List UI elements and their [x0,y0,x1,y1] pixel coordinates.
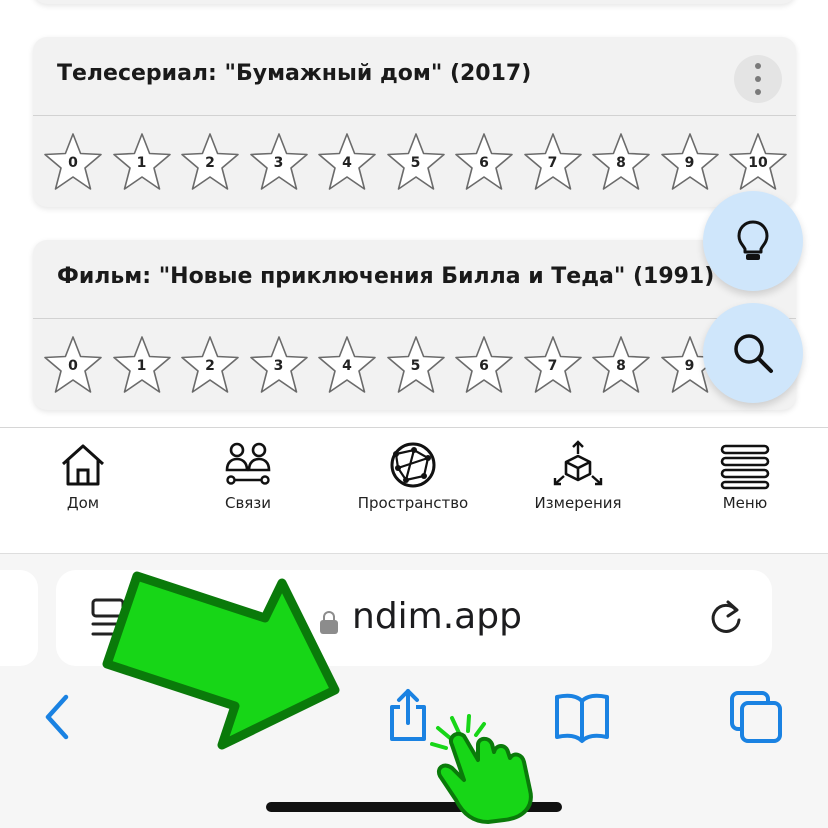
rating-star-6[interactable]: 6 [454,131,514,193]
rating-star-6[interactable]: 6 [454,334,514,396]
rating-star-3[interactable]: 3 [249,334,309,396]
rating-star-3[interactable]: 3 [249,131,309,193]
card-divider [33,115,796,116]
nav-label: Измерения [534,494,622,512]
nav-item-space[interactable]: Пространство [338,428,488,554]
nav-item-menu[interactable]: Меню [670,428,820,554]
nav-label: Пространство [357,494,469,512]
card-divider [33,318,796,319]
rating-star-1[interactable]: 1 [112,131,172,193]
search-icon [734,334,773,373]
bottom-nav: Дом Связи Пространство Измерения Меню [0,427,828,553]
card-title: Фильм: "Новые приключения Билла и Теда" … [57,264,715,289]
search-button[interactable] [703,303,803,403]
browser-chrome: ndim.app [0,553,828,828]
rating-star-10[interactable]: 10 [728,131,788,193]
tips-button[interactable] [703,191,803,291]
bookmarks-icon [555,693,609,743]
nav-item-connections[interactable]: Связи [173,428,323,554]
reload-icon[interactable] [706,598,746,638]
nav-item-home[interactable]: Дом [8,428,158,554]
home-icon [61,444,105,486]
back-icon [45,694,69,740]
more-options-button[interactable] [734,55,782,103]
address-bar[interactable]: ndim.app [56,570,772,666]
rating-star-8[interactable]: 8 [591,334,651,396]
connections-icon [225,442,271,485]
lock-icon [320,611,338,634]
globe-network-icon [390,442,436,488]
nav-label: Дом [66,494,100,512]
rating-star-2[interactable]: 2 [180,334,240,396]
lightbulb-icon [737,220,769,260]
rating-star-0[interactable]: 0 [43,131,103,193]
back-button[interactable] [28,687,88,747]
nav-item-dimensions[interactable]: Измерения [503,428,653,554]
bookmarks-button[interactable] [552,687,612,747]
rating-star-5[interactable]: 5 [386,334,446,396]
rating-star-4[interactable]: 4 [317,334,377,396]
url-text: ndim.app [352,596,522,637]
cube-dimensions-icon [553,440,603,486]
rating-star-7[interactable]: 7 [523,131,583,193]
page-menu-icon[interactable] [90,596,130,640]
menu-icon [720,444,770,490]
card-title: Телесериал: "Бумажный дом" (2017) [57,61,532,86]
rating-star-7[interactable]: 7 [523,334,583,396]
rating-star-4[interactable]: 4 [317,131,377,193]
tabs-icon [730,691,782,743]
rating-card-series: Телесериал: "Бумажный дом" (2017) 0 1 2 … [33,37,796,207]
rating-star-0[interactable]: 0 [43,334,103,396]
previous-tab-preview[interactable] [0,570,38,666]
share-icon [390,689,426,741]
previous-card-bottom [33,0,796,4]
rating-star-1[interactable]: 1 [112,334,172,396]
rating-star-9[interactable]: 9 [660,131,720,193]
nav-label: Связи [224,494,272,512]
share-button[interactable] [378,687,438,747]
rating-star-8[interactable]: 8 [591,131,651,193]
rating-star-5[interactable]: 5 [386,131,446,193]
tabs-button[interactable] [726,687,786,747]
nav-label: Меню [722,494,768,512]
rating-card-film: Фильм: "Новые приключения Билла и Теда" … [33,240,796,410]
home-indicator [266,802,562,812]
rating-star-2[interactable]: 2 [180,131,240,193]
